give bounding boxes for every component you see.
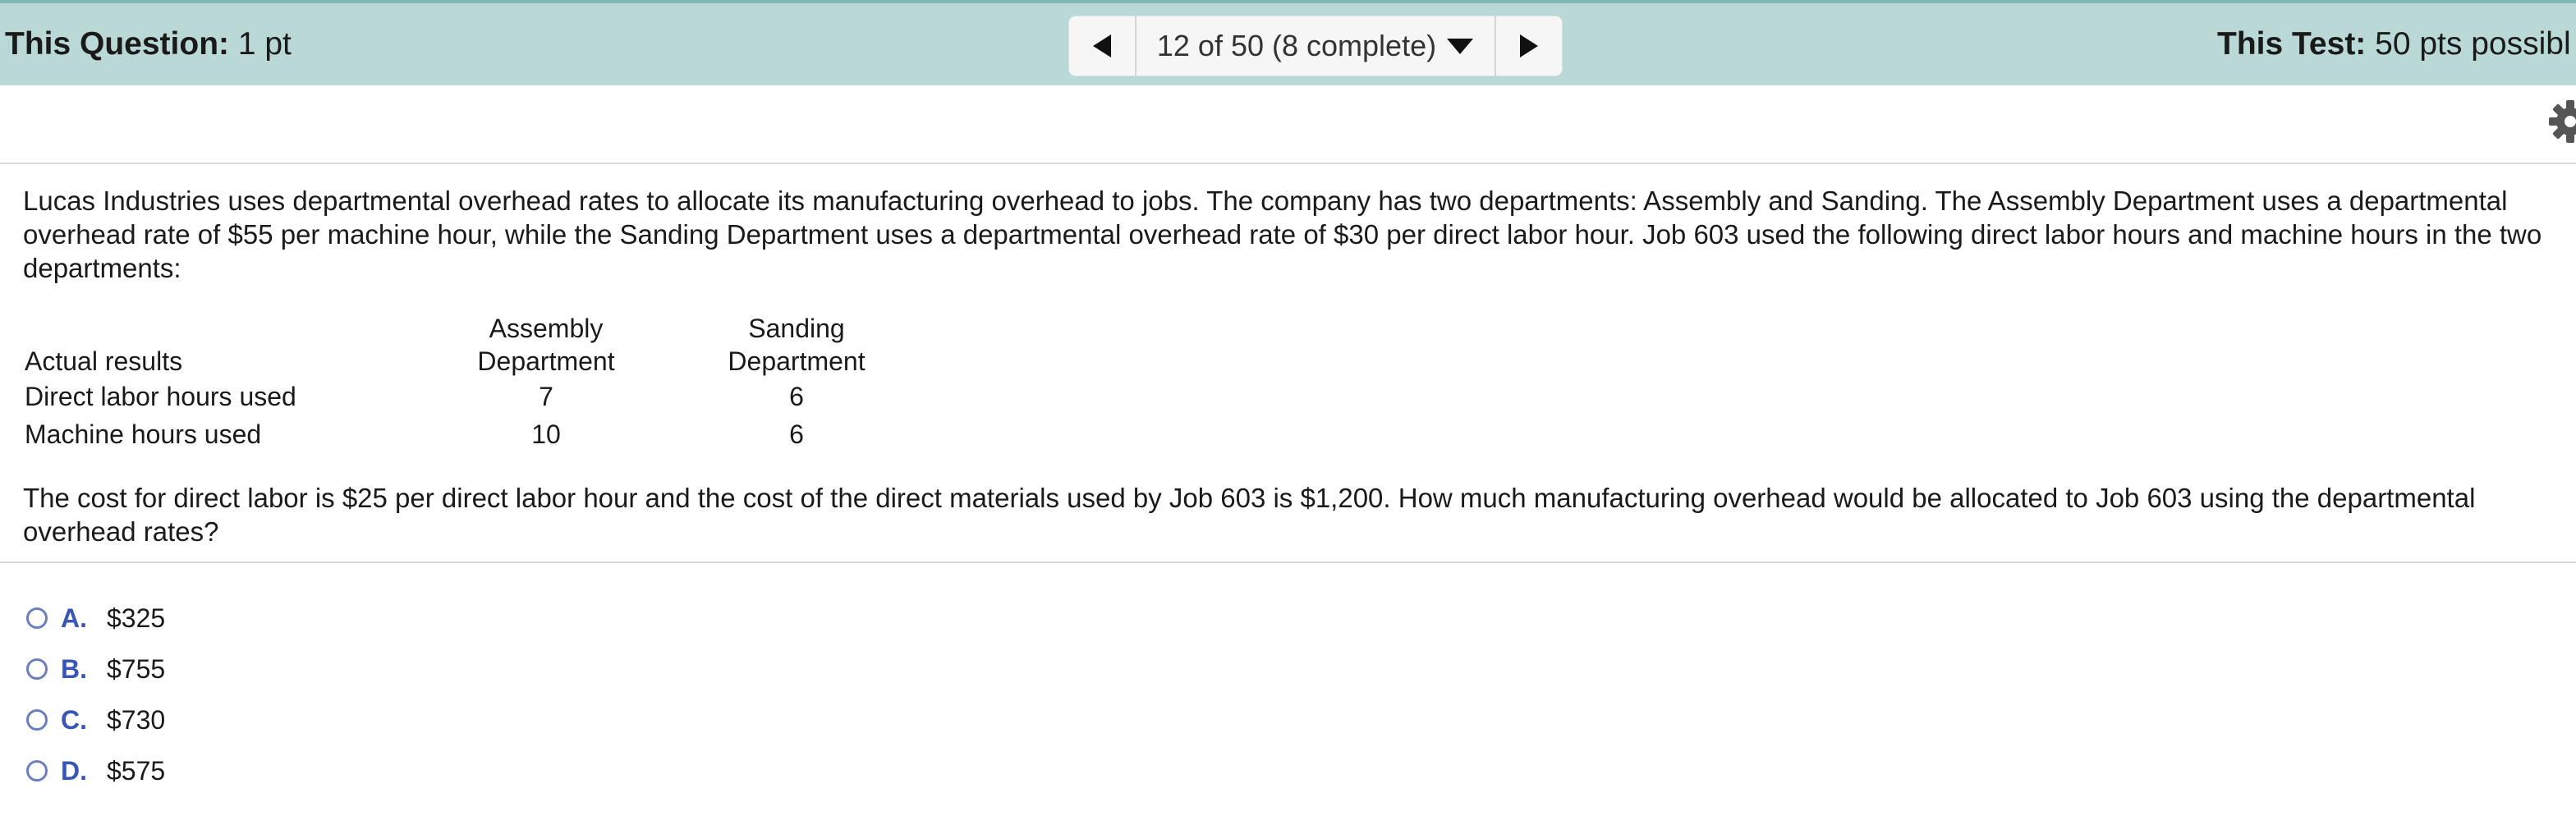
row-label: Direct labor hours used (25, 382, 296, 411)
option-c[interactable]: C. $730 (26, 694, 165, 745)
radio-button[interactable] (26, 658, 48, 680)
option-a[interactable]: A. $325 (26, 593, 165, 644)
question-points: This Question: 1 pt (5, 3, 292, 85)
table-row: Direct labor hours used 7 6 (25, 378, 936, 415)
col-header-sanding-line1: Sanding (748, 314, 845, 343)
question-points-value: 1 pt (237, 26, 292, 62)
option-value: $325 (107, 603, 166, 633)
triangle-left-icon (1093, 34, 1111, 57)
table-header-row: Actual results Department Department (25, 345, 936, 378)
test-points-label: This Test: (2217, 26, 2367, 62)
next-question-button[interactable] (1495, 16, 1562, 76)
assembly-value: 10 (531, 419, 561, 449)
test-points-value: 50 pts possibl (2375, 26, 2571, 62)
header-bar: This Question: 1 pt 12 of 50 (8 complete… (0, 0, 2576, 85)
row-header-actual-results: Actual results (25, 346, 183, 376)
assembly-value: 7 (539, 382, 553, 411)
gear-icon (2549, 100, 2576, 143)
option-letter: A. (61, 603, 87, 633)
option-value: $730 (107, 704, 166, 735)
answer-options: A. $325 B. $755 C. $730 D. $575 (26, 593, 165, 796)
row-label: Machine hours used (25, 419, 262, 449)
table-row: Machine hours used 10 6 (25, 415, 936, 453)
col-header-assembly-line2: Department (477, 346, 615, 376)
test-points: This Test: 50 pts possibl (2217, 3, 2571, 85)
answer-divider (0, 561, 2576, 563)
option-letter: C. (61, 704, 87, 735)
option-b[interactable]: B. $755 (26, 644, 165, 694)
sanding-value: 6 (789, 419, 804, 449)
question-navigator: 12 of 50 (8 complete) (1069, 16, 1562, 76)
col-header-sanding-line2: Department (728, 346, 866, 376)
option-d[interactable]: D. $575 (26, 745, 165, 796)
option-letter: B. (61, 653, 87, 684)
data-table: Assembly Sanding Actual results Departme… (25, 312, 936, 453)
option-value: $575 (107, 755, 166, 786)
col-header-assembly-line1: Assembly (489, 314, 604, 343)
settings-button[interactable] (2547, 99, 2576, 144)
radio-button[interactable] (26, 607, 48, 629)
question-intro: Lucas Industries uses departmental overh… (23, 186, 2542, 283)
previous-question-button[interactable] (1069, 16, 1136, 76)
option-value: $755 (107, 653, 166, 684)
radio-button[interactable] (26, 709, 48, 731)
triangle-right-icon (1520, 34, 1538, 57)
caret-down-icon (1446, 37, 1474, 55)
sanding-value: 6 (789, 382, 804, 411)
table-header-row: Assembly Sanding (25, 312, 936, 345)
option-letter: D. (61, 755, 87, 786)
radio-button[interactable] (26, 760, 48, 781)
top-divider (0, 163, 2576, 164)
progress-text: 12 of 50 (8 complete) (1156, 29, 1437, 62)
question-select-dropdown[interactable]: 12 of 50 (8 complete) (1136, 16, 1495, 76)
question-points-label: This Question: (5, 26, 229, 62)
question-prompt: The cost for direct labor is $25 per dir… (23, 483, 2476, 547)
